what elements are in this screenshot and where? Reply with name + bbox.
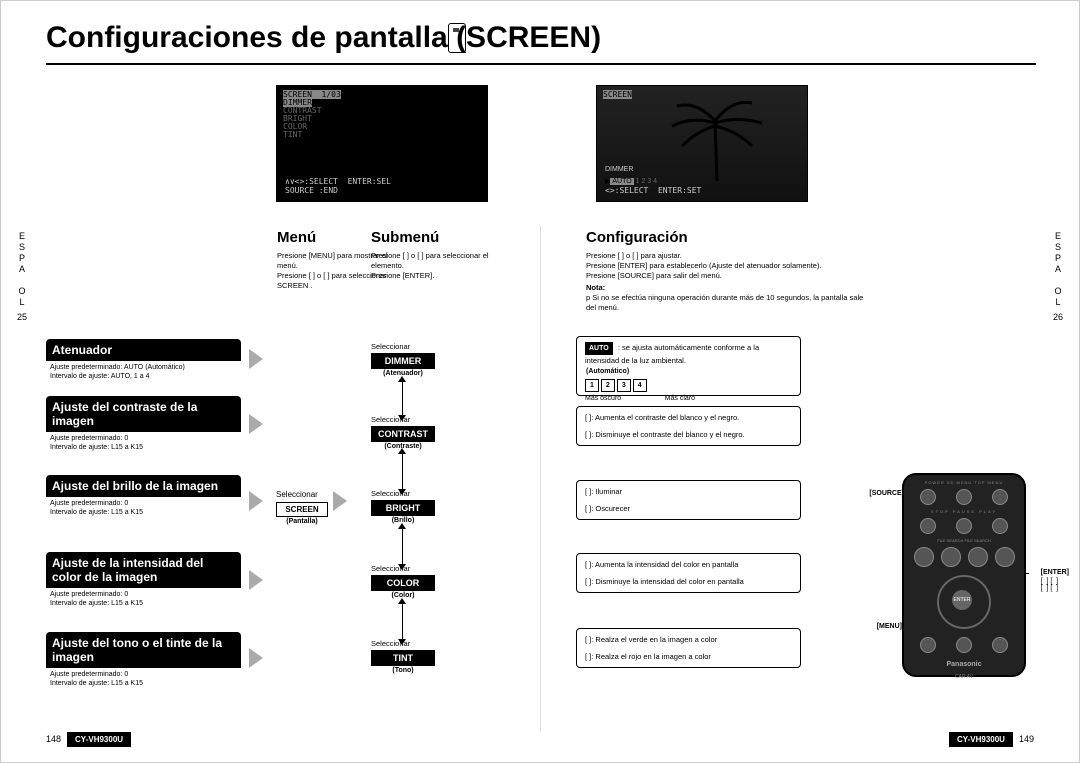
connector-line — [402, 603, 403, 640]
osd-dimmer-value: ▶AUTO 1 2 3 4 — [605, 177, 657, 185]
config-instructions: Presione [ ] o [ ] para ajustar. Presion… — [586, 251, 866, 313]
down-arrow-icon — [398, 639, 406, 645]
lang-marker-left: ESPA OL25 — [16, 231, 28, 323]
arrow-icon — [249, 491, 263, 511]
label-enter: [ENTER][ ] [ ] [ ] [ ] — [1041, 569, 1069, 592]
config-contrast: [ ]: Aumenta el contraste del blanco y e… — [576, 406, 801, 446]
up-arrow-icon — [398, 598, 406, 604]
config-bright: [ ]: Iluminar[ ]: Oscurecer — [576, 480, 801, 520]
model-label: CAR AV — [904, 674, 1024, 680]
title-underline — [46, 63, 1036, 65]
enter-button[interactable]: ENTER — [952, 590, 972, 610]
connector-line — [402, 381, 403, 416]
connector-line — [402, 453, 403, 490]
down-arrow-icon — [398, 415, 406, 421]
rew-button[interactable] — [941, 547, 961, 567]
page-title: Configuraciones de pantalla (SCREEN) — [46, 21, 601, 55]
down-arrow-icon — [398, 564, 406, 570]
dual-button[interactable] — [992, 637, 1008, 653]
page-number-left: 148CY-VH9300U — [46, 732, 137, 747]
osd-top: SCREEN — [603, 91, 632, 99]
remote-control-illustration: POWER SD MENU TOP MENU STOP PAUSE PLAY F… — [894, 473, 1034, 678]
connector-line — [402, 528, 403, 565]
manual-page-spread: Configuraciones de pantalla (SCREEN) SCR… — [0, 0, 1080, 763]
select-label: Seleccionar — [276, 490, 318, 499]
screenshot-dimmer: SCREEN DIMMER ▶AUTO 1 2 3 4 <>:SELECT EN… — [596, 85, 808, 202]
next-button[interactable] — [995, 547, 1015, 567]
sdmenu-button[interactable] — [956, 489, 972, 505]
brand-label: Panasonic — [904, 661, 1024, 668]
up-arrow-icon — [398, 376, 406, 382]
col-header-config: Configuración — [586, 229, 688, 246]
stop-button[interactable] — [920, 518, 936, 534]
pause-button[interactable] — [956, 518, 972, 534]
osd-footer: ∧∨<>:SELECT ENTER:SEL SOURCE :END — [285, 177, 391, 195]
osd-dimmer-label: DIMMER — [605, 166, 633, 173]
page-divider — [540, 226, 541, 731]
col-header-menu: Menú — [277, 229, 316, 246]
power-button[interactable] — [920, 489, 936, 505]
osd-footer-2: <>:SELECT ENTER:SET — [605, 186, 701, 195]
dpad-ring[interactable]: ENTER — [937, 575, 991, 629]
osd-menu-list: SCREEN 1/03 DIMMER CONTRAST BRIGHT COLOR… — [283, 91, 341, 139]
screen-button: SCREEN (Pantalla) — [276, 502, 328, 525]
feature-bright: Ajuste del brillo de la imagenAjuste pre… — [46, 475, 241, 519]
feature-atenuador: AtenuadorAjuste predeterminado: AUTO (Au… — [46, 339, 241, 383]
feature-tint: Ajuste del tono o el tinte de la imagenA… — [46, 632, 241, 690]
submenu-instructions: Presione [ ] o [ ] para seleccionar el e… — [371, 251, 491, 281]
menu-button[interactable] — [956, 637, 972, 653]
feature-contrast: Ajuste del contraste de la imagenAjuste … — [46, 396, 241, 454]
remote-top-labels: POWER SD MENU TOP MENU — [904, 475, 1024, 485]
arrow-icon — [249, 414, 263, 434]
ff-button[interactable] — [968, 547, 988, 567]
arrow-icon — [249, 570, 263, 590]
arrow-icon — [249, 648, 263, 668]
lang-marker-right: ESPA OL26 — [1052, 231, 1064, 323]
config-color: [ ]: Aumenta la intensidad del color en … — [576, 553, 801, 593]
col-header-submenu: Submenú — [371, 229, 439, 246]
arrow-icon — [333, 491, 347, 511]
remote-icon — [448, 23, 466, 53]
play-button[interactable] — [992, 518, 1008, 534]
submenu-dimmer: SeleccionarDIMMER(Atenuador) — [371, 342, 435, 377]
screenshot-menu: SCREEN 1/03 DIMMER CONTRAST BRIGHT COLOR… — [276, 85, 488, 202]
prev-button[interactable] — [914, 547, 934, 567]
arrow-icon — [249, 349, 263, 369]
down-arrow-icon — [398, 489, 406, 495]
config-tint: [ ]: Realza el verde en la imagen a colo… — [576, 628, 801, 668]
up-arrow-icon — [398, 523, 406, 529]
up-arrow-icon — [398, 448, 406, 454]
aspect-button[interactable] — [920, 637, 936, 653]
config-dimmer: AUTO : se ajusta automáticamente conform… — [576, 336, 801, 396]
topmenu-button[interactable] — [992, 489, 1008, 505]
page-number-right: CY-VH9300U149 — [943, 732, 1034, 747]
feature-color: Ajuste de la intensidad del color de la … — [46, 552, 241, 610]
